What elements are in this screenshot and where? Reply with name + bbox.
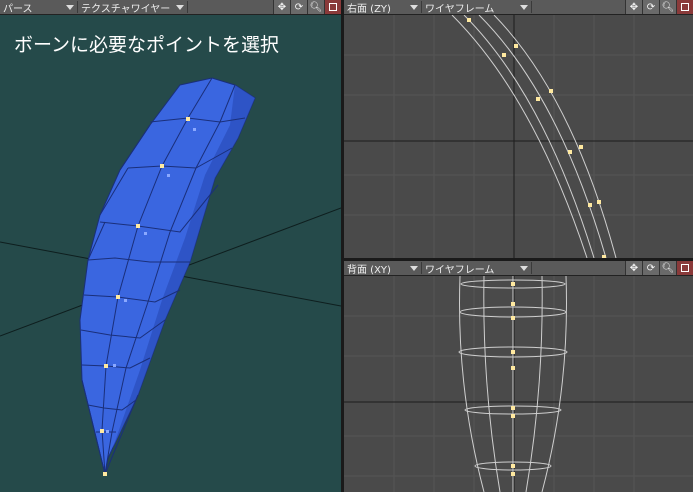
perspective-canvas[interactable] [0,15,341,492]
chevron-down-icon [520,266,528,271]
render-mode-label: テクスチャワイヤー [81,3,171,15]
render-mode-label: ワイヤフレーム [425,3,495,15]
viewport-tools: ✥ ⟳ 🔍︎ [625,0,693,14]
mesh-wireframe [451,15,617,258]
perspective-viewport-header: パース テクスチャワイヤー ✥ ⟳ 🔍︎ [0,0,341,15]
instruction-title: ボーンに必要なポイントを選択 [14,34,280,56]
point-marker[interactable] [186,117,190,121]
zoom-icon[interactable]: 🔍︎ [659,261,676,275]
render-mode-dropdown[interactable]: テクスチャワイヤー [78,1,188,15]
point-marker[interactable] [116,295,120,299]
right-viewport-header: 右面 (ZY) ワイヤフレーム ✥ ⟳ 🔍︎ [344,0,693,15]
grid [344,15,693,258]
render-mode-label: ワイヤフレーム [425,264,495,276]
view-mode-dropdown[interactable]: 右面 (ZY) [344,1,422,15]
move-icon[interactable]: ✥ [273,0,290,14]
viewport-tools: ✥ ⟳ 🔍︎ [273,0,341,14]
maximize-icon[interactable] [676,0,693,14]
right-viewport[interactable]: 右面 (ZY) ワイヤフレーム ✥ ⟳ 🔍︎ [344,0,693,258]
point-marker[interactable] [136,224,140,228]
perspective-viewport[interactable]: パース テクスチャワイヤー ✥ ⟳ 🔍︎ ボーンに必要なポイントを選択 [0,0,341,492]
move-icon[interactable]: ✥ [625,261,642,275]
rotate-icon[interactable]: ⟳ [642,261,659,275]
point-marker[interactable] [104,364,108,368]
back-scene [344,276,693,492]
chevron-down-icon [66,5,74,10]
right-canvas[interactable] [344,15,693,258]
point-marker[interactable] [100,429,104,433]
back-viewport[interactable]: 背面 (XY) ワイヤフレーム ✥ ⟳ 🔍︎ [344,261,693,492]
maximize-icon[interactable] [324,0,341,14]
chevron-down-icon [176,5,184,10]
point-marker[interactable] [160,164,164,168]
viewport-tools: ✥ ⟳ 🔍︎ [625,261,693,275]
zoom-icon[interactable]: 🔍︎ [659,0,676,14]
point-marker[interactable] [103,472,107,476]
selected-points [467,18,606,258]
chevron-down-icon [410,266,418,271]
grid [344,276,693,492]
chevron-down-icon [520,5,528,10]
rotate-icon[interactable]: ⟳ [642,0,659,14]
view-mode-label: パース [3,3,33,15]
render-mode-dropdown[interactable]: ワイヤフレーム [422,262,532,276]
move-icon[interactable]: ✥ [625,0,642,14]
perspective-scene [0,77,341,476]
render-mode-dropdown[interactable]: ワイヤフレーム [422,1,532,15]
maximize-icon[interactable] [676,261,693,275]
view-mode-label: 背面 (XY) [347,264,391,276]
back-canvas[interactable] [344,276,693,492]
view-mode-dropdown[interactable]: パース [0,1,78,15]
right-scene [344,15,693,258]
mesh-wireframe [458,276,568,492]
rotate-icon[interactable]: ⟳ [290,0,307,14]
view-mode-label: 右面 (ZY) [347,3,391,15]
chevron-down-icon [410,5,418,10]
view-mode-dropdown[interactable]: 背面 (XY) [344,262,422,276]
zoom-icon[interactable]: 🔍︎ [307,0,324,14]
back-viewport-header: 背面 (XY) ワイヤフレーム ✥ ⟳ 🔍︎ [344,261,693,276]
